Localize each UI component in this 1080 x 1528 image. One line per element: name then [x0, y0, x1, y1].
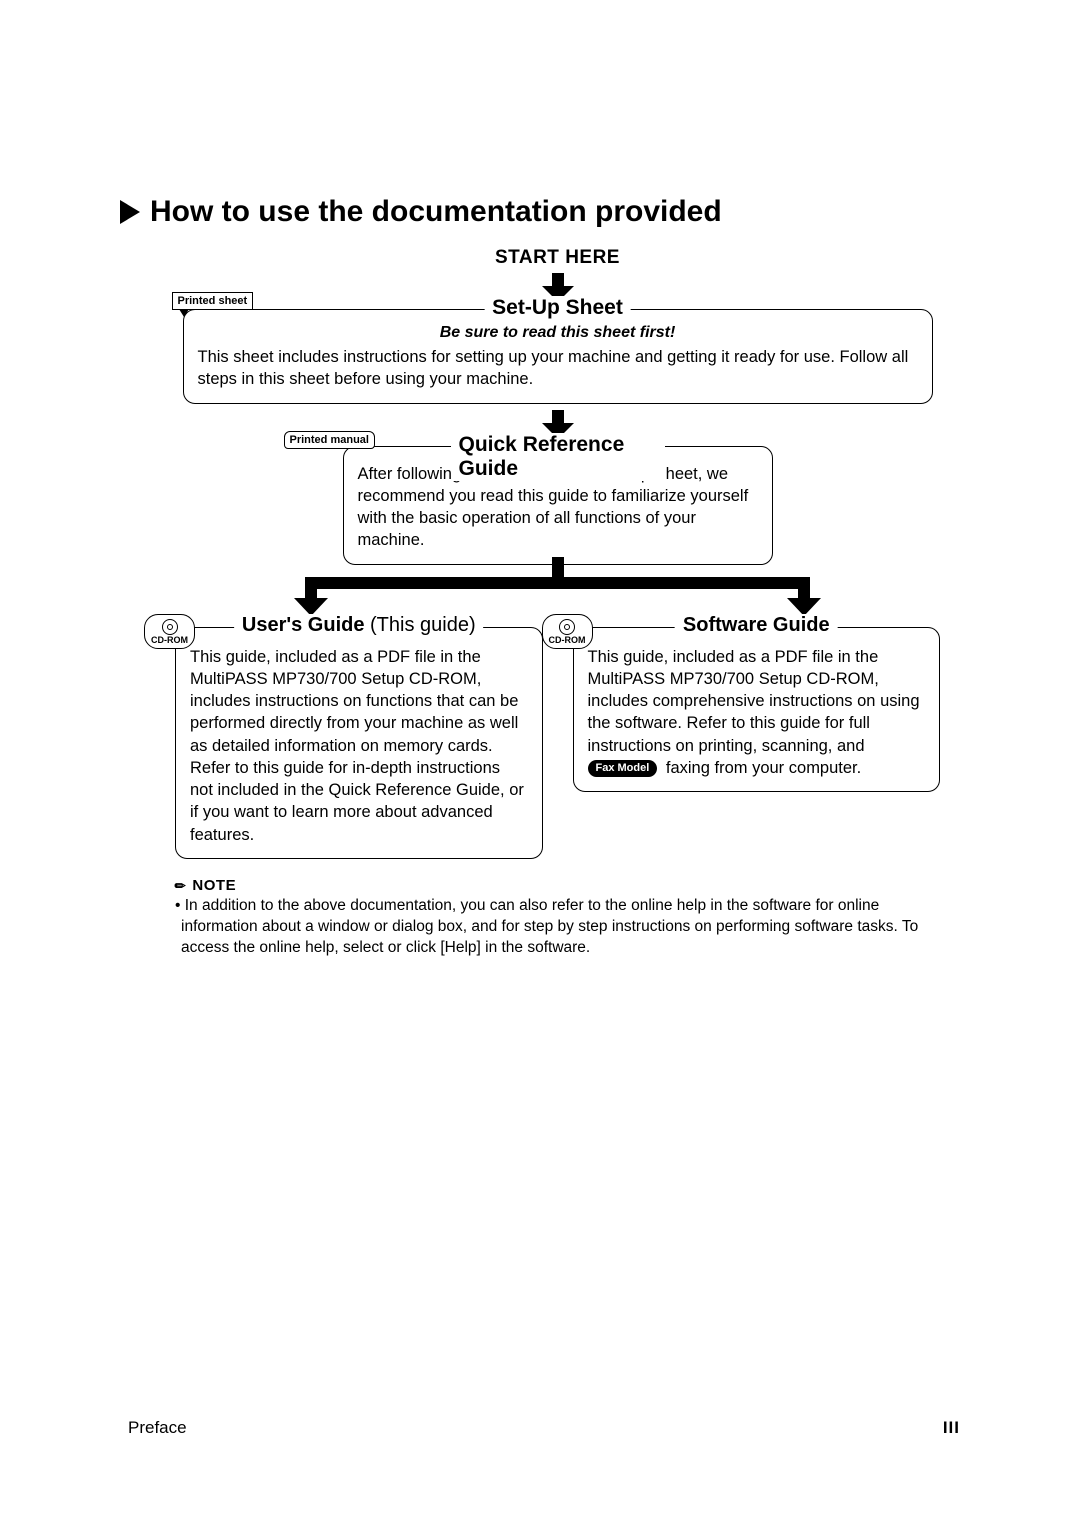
page-number: III — [943, 1418, 960, 1438]
page: How to use the documentation provided ST… — [0, 0, 1080, 1528]
setup-sheet-box: Printed sheet Set-Up Sheet Be sure to re… — [183, 309, 933, 404]
start-here-label: START HERE — [175, 247, 940, 269]
users-guide-title-thin: (This guide) — [364, 614, 475, 636]
users-guide-title-bold: User's Guide — [242, 614, 365, 636]
page-footer: Preface III — [128, 1418, 960, 1438]
setup-sheet-title: Set-Up Sheet — [484, 296, 631, 320]
software-guide-body: This guide, included as a PDF file in th… — [588, 646, 926, 780]
documentation-flow-diagram: START HERE Printed sheet Set-Up Sheet Be… — [120, 247, 960, 959]
disc-icon — [559, 619, 575, 635]
setup-sheet-body: This sheet includes instructions for set… — [198, 346, 918, 391]
cdrom-label: CD-ROM — [549, 636, 586, 645]
printed-manual-tag: Printed manual — [284, 431, 375, 449]
setup-sheet-subtitle: Be sure to read this sheet first! — [198, 324, 918, 342]
cdrom-tag: CD-ROM — [144, 614, 195, 649]
cdrom-tag: CD-ROM — [542, 614, 593, 649]
users-guide-body: This guide, included as a PDF file in th… — [190, 646, 528, 846]
software-guide-body-post: faxing from your computer. — [661, 759, 861, 777]
note-body: • In addition to the above documentation… — [175, 896, 940, 959]
software-guide-body-pre: This guide, included as a PDF file in th… — [588, 648, 920, 755]
guide-split: CD-ROM User's Guide (This guide) This gu… — [175, 627, 940, 859]
disc-icon — [162, 619, 178, 635]
note-label: NOTE — [192, 877, 236, 894]
software-guide-title: Software Guide — [675, 614, 838, 637]
note-block: ✎NOTE • In addition to the above documen… — [175, 877, 940, 959]
pencil-icon: ✎ — [171, 876, 190, 895]
heading-text: How to use the documentation provided — [150, 195, 722, 229]
footer-section: Preface — [128, 1418, 187, 1438]
cdrom-label: CD-ROM — [151, 636, 188, 645]
fax-model-badge: Fax Model — [588, 760, 658, 778]
quick-reference-title: Quick Reference Guide — [451, 433, 665, 481]
play-triangle-icon — [120, 200, 140, 224]
users-guide-box: CD-ROM User's Guide (This guide) This gu… — [175, 627, 543, 859]
quick-reference-box: Printed manual Quick Reference Guide Aft… — [343, 446, 773, 565]
software-guide-box: CD-ROM Software Guide This guide, includ… — [573, 627, 941, 793]
note-heading: ✎NOTE — [175, 877, 940, 894]
section-heading: How to use the documentation provided — [120, 195, 960, 229]
printed-sheet-tag: Printed sheet — [172, 292, 254, 310]
users-guide-title: User's Guide (This guide) — [234, 614, 484, 637]
